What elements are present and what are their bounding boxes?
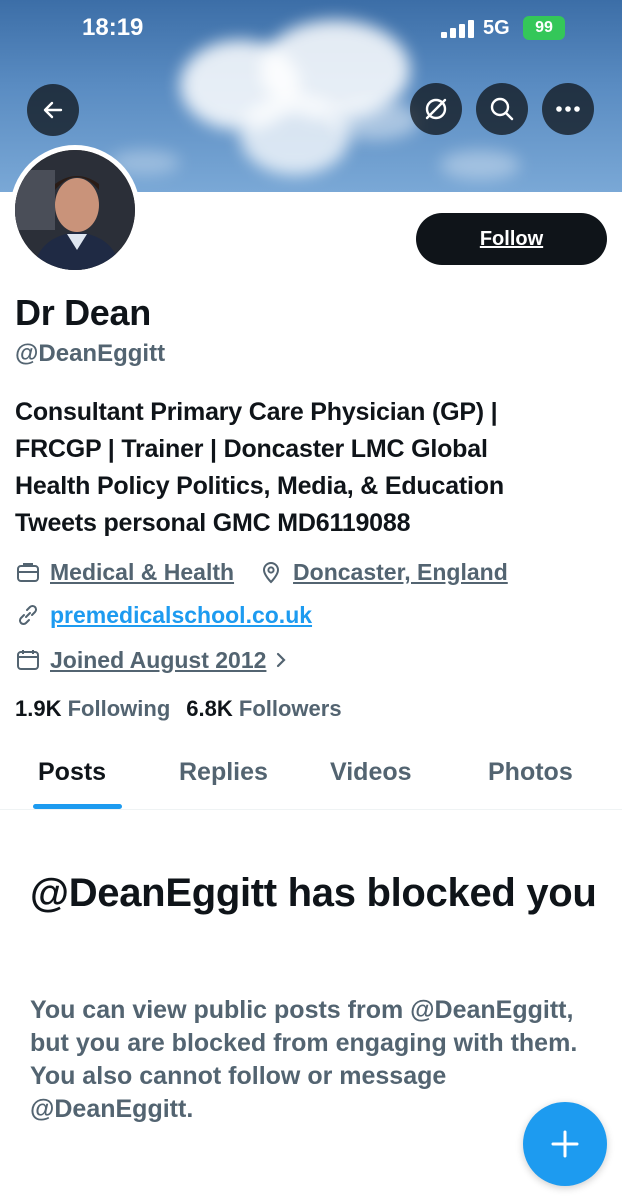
grok-icon bbox=[425, 98, 447, 120]
plus-icon bbox=[551, 1130, 579, 1158]
link-icon bbox=[18, 604, 38, 626]
search-button[interactable] bbox=[476, 83, 528, 135]
tab-posts[interactable]: Posts bbox=[38, 758, 106, 787]
person-silhouette-icon bbox=[15, 150, 135, 270]
signal-icon bbox=[441, 20, 475, 38]
bio-line: Tweets personal GMC MD6119088 bbox=[15, 509, 411, 537]
more-horizontal-icon bbox=[556, 106, 580, 112]
profile-joined-date[interactable]: Joined August 2012 bbox=[50, 647, 266, 674]
profile-name: Dr Dean bbox=[15, 292, 151, 333]
more-button[interactable] bbox=[542, 83, 594, 135]
tab-photos[interactable]: Photos bbox=[488, 758, 573, 787]
profile-bio: Consultant Primary Care Physician (GP) |… bbox=[15, 394, 610, 542]
status-bar: 18:19 5G 99 bbox=[0, 0, 622, 56]
bio-line: Consultant Primary Care Physician (GP) | bbox=[15, 398, 498, 426]
blocked-description: You can view public posts from @DeanEggi… bbox=[30, 996, 578, 1123]
banner-cloud bbox=[240, 95, 350, 175]
banner-cloud bbox=[440, 150, 520, 180]
grok-button[interactable] bbox=[410, 83, 462, 135]
chevron-right-icon bbox=[277, 652, 286, 668]
profile-tabs: Posts Replies Videos Photos bbox=[0, 748, 622, 810]
avatar-photo bbox=[15, 150, 135, 270]
battery-icon: 99 bbox=[523, 16, 565, 40]
blocked-title: @DeanEggitt has blocked you bbox=[30, 871, 597, 915]
search-icon bbox=[490, 97, 514, 121]
following-stat[interactable]: 1.9K Following bbox=[15, 696, 170, 722]
followers-count: 6.8K bbox=[186, 696, 233, 721]
profile-meta-row: premedicalschool.co.uk bbox=[15, 600, 312, 630]
followers-label: Followers bbox=[238, 696, 342, 721]
profile-meta-row[interactable]: Joined August 2012 bbox=[15, 645, 288, 675]
calendar-icon bbox=[17, 650, 39, 670]
banner-cloud bbox=[330, 100, 420, 140]
back-button[interactable] bbox=[27, 84, 79, 136]
followers-stat[interactable]: 6.8K Followers bbox=[186, 696, 341, 722]
following-label: Following bbox=[67, 696, 171, 721]
profile-location[interactable]: Doncaster, England bbox=[293, 559, 508, 586]
bio-line: Health Policy Politics, Media, & Educati… bbox=[15, 472, 504, 500]
battery-level: 99 bbox=[535, 19, 553, 36]
bio-line: FRCGP | Trainer | Doncaster LMC Global bbox=[15, 435, 488, 463]
active-tab-indicator bbox=[33, 804, 122, 809]
profile-handle: @DeanEggitt bbox=[15, 340, 166, 367]
tab-replies[interactable]: Replies bbox=[179, 758, 268, 787]
follow-button[interactable]: Follow bbox=[416, 213, 607, 265]
profile-meta-row: Medical & Health Doncaster, England bbox=[15, 557, 508, 587]
following-count: 1.9K bbox=[15, 696, 62, 721]
arrow-left-icon bbox=[43, 101, 63, 119]
avatar[interactable] bbox=[10, 145, 140, 275]
compose-post-button[interactable] bbox=[523, 1102, 607, 1186]
briefcase-icon bbox=[17, 563, 39, 582]
tab-videos[interactable]: Videos bbox=[330, 758, 412, 787]
status-time: 18:19 bbox=[82, 14, 144, 41]
location-pin-icon bbox=[263, 562, 280, 584]
profile-website-link[interactable]: premedicalschool.co.uk bbox=[50, 602, 312, 629]
network-type: 5G bbox=[483, 17, 510, 39]
profile-stats: 1.9K Following 6.8K Followers bbox=[15, 696, 342, 722]
profile-category[interactable]: Medical & Health bbox=[50, 559, 234, 586]
